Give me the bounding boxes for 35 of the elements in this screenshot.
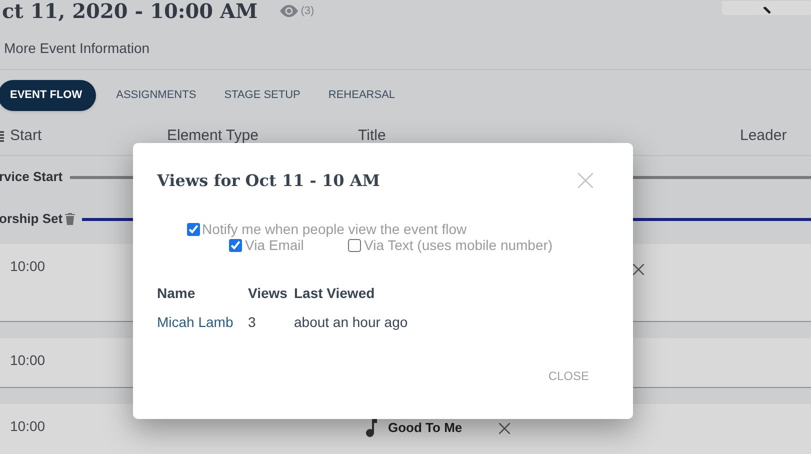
drag-handle-icon	[0, 130, 4, 142]
close-icon[interactable]	[633, 264, 644, 275]
start-time: 10:00	[10, 257, 46, 276]
option-checkbox[interactable]	[348, 238, 361, 252]
dialog-title: Views for Oct 11 - 10 AM	[157, 170, 380, 192]
tab[interactable]: REHEARSAL	[314, 80, 410, 110]
column-header: Start	[10, 126, 43, 146]
column-header: Leader	[740, 126, 787, 146]
column-header: Views	[248, 284, 288, 303]
last-viewed-cell-text: about an hour ago	[294, 313, 408, 332]
section-label: rvice Start	[0, 168, 63, 186]
notify-checkbox[interactable]	[187, 222, 200, 236]
trash-icon[interactable]	[64, 213, 75, 225]
tab[interactable]: EVENT FLOW	[0, 80, 96, 110]
view-count-cell-text: 3	[248, 313, 257, 332]
option-checkbox[interactable]	[229, 238, 242, 252]
column-header: Last Viewed	[294, 284, 375, 303]
tab[interactable]: STAGE SETUP	[210, 80, 314, 110]
viewer-name[interactable]: Micah Lamb	[157, 312, 248, 333]
close-icon[interactable]	[499, 423, 510, 434]
tab[interactable]: ASSIGNMENTS	[102, 80, 210, 110]
checkbox-label: Notify me when people view the event flow	[202, 221, 467, 237]
column-header: Element Type	[167, 126, 260, 146]
checkbox-label: Via Email	[245, 237, 304, 253]
song-title: Good To Me	[388, 419, 462, 437]
start-time: 10:00	[10, 417, 46, 436]
column-header: Name	[157, 284, 196, 303]
checkbox-label: Via Text (uses mobile number)	[364, 237, 553, 253]
more-info-link[interactable]: More Event Information	[4, 38, 150, 59]
eye-icon	[280, 5, 298, 17]
music-note-icon	[366, 418, 378, 437]
event-title: ct 11, 2020 - 10:00 AM	[2, 0, 258, 22]
start-time: 10:00	[10, 351, 46, 370]
view-count: (3)	[300, 4, 314, 19]
column-header: Title	[358, 126, 387, 146]
